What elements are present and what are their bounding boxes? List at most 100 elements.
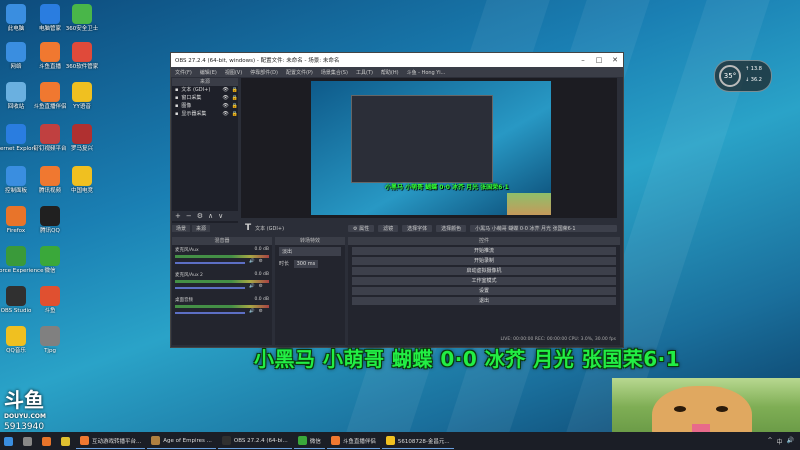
source-item[interactable]: ▪ 图像 👁 🔒 xyxy=(172,102,238,110)
volume-meter xyxy=(175,280,269,283)
source-name: 显示器采集 xyxy=(181,111,207,117)
control-button[interactable]: 工作室模式 xyxy=(352,277,616,285)
preview-desktop-capture: 小黑马 小萌哥 蝴蝶 0·0 冰芥 月光 张国荣6·1 xyxy=(311,81,551,215)
taskbar-item[interactable]: Age of Empires ... xyxy=(147,433,216,449)
tray-icon[interactable]: 🔊 xyxy=(787,437,794,446)
taskbar-item[interactable] xyxy=(19,433,36,449)
desktop-icon[interactable]: 罗马复兴 xyxy=(54,124,110,153)
tray-icon[interactable]: ^ xyxy=(767,437,772,446)
minimize-button[interactable]: – xyxy=(575,56,591,64)
maximize-button[interactable]: □ xyxy=(591,56,607,64)
source-item[interactable]: ▪ 文本 (GDI+) 👁 🔒 xyxy=(172,86,238,94)
eye-icon[interactable]: 👁 xyxy=(222,94,228,102)
text-content-field[interactable]: 小黑马 小萌哥 蝴蝶 0·0 冰芥 月光 张国荣6·1 xyxy=(470,224,617,232)
eye-icon[interactable]: 👁 xyxy=(222,102,228,110)
desktop-icon-label: 罗马复兴 xyxy=(70,146,93,152)
source-item[interactable]: ▪ 显示器采集 👁 🔒 xyxy=(172,110,238,118)
speaker-icon[interactable]: 🔊 xyxy=(249,284,255,289)
taskbar-item[interactable]: 微信 xyxy=(293,433,325,449)
close-button[interactable]: ✕ xyxy=(607,56,623,64)
volume-meter xyxy=(175,255,269,258)
lock-icon[interactable]: 🔒 xyxy=(232,86,238,94)
mixer-channel: 桌面音频 0.0 dB 🔊 ⚙ xyxy=(172,295,272,320)
control-button[interactable]: 开始推流 xyxy=(352,247,616,255)
desktop-icon-label: YY语音 xyxy=(73,104,91,110)
volume-slider[interactable] xyxy=(175,312,245,314)
duration-label: 时长 xyxy=(279,261,290,267)
control-button[interactable]: 设置 xyxy=(352,287,616,295)
transition-type-select[interactable]: 淡出 xyxy=(279,247,341,256)
selected-source-label: 文本 (GDI+) xyxy=(255,225,285,232)
taskbar-item[interactable]: 互动游戏转播平台... xyxy=(76,433,146,449)
gear-icon[interactable]: ⚙ xyxy=(259,309,263,314)
menu-item[interactable]: 斗鱼 - Hong Yi... xyxy=(407,69,446,76)
download-value: 36.2 xyxy=(750,77,762,83)
douyu-watermark: 斗鱼 DOUYU.COM 5913940 xyxy=(4,384,64,432)
eye-icon[interactable]: 👁 xyxy=(222,110,228,118)
source-name: 文本 (GDI+) xyxy=(181,87,211,93)
select-color-button[interactable]: 选择颜色 xyxy=(436,224,467,232)
menu-item[interactable]: 场景集合(S) xyxy=(321,69,348,76)
add-source-button[interactable]: + xyxy=(175,212,181,220)
taskbar-item[interactable] xyxy=(38,433,55,449)
control-button[interactable]: 开始录制 xyxy=(352,257,616,265)
taskbar-item-label: 斗鱼直播伴侣 xyxy=(342,438,376,445)
control-button[interactable]: 启动虚拟摄像机 xyxy=(352,267,616,275)
desktop-icon[interactable]: YY语音 xyxy=(54,82,110,111)
gear-icon[interactable]: ⚙ xyxy=(259,259,263,264)
move-down-button[interactable]: ∨ xyxy=(218,212,223,220)
channel-name: 桌面音频 xyxy=(175,298,193,303)
menu-item[interactable]: 编辑(E) xyxy=(200,69,217,76)
menu-item[interactable]: 帮助(H) xyxy=(381,69,399,76)
tab-scenes[interactable]: 场景 xyxy=(172,224,191,232)
move-up-button[interactable]: ∧ xyxy=(208,212,213,220)
duration-input[interactable]: 300 ms xyxy=(293,260,319,268)
eye-icon[interactable]: 👁 xyxy=(222,86,228,94)
control-button[interactable]: 退出 xyxy=(352,297,616,305)
taskbar-item[interactable] xyxy=(0,433,17,449)
desktop-icon[interactable]: 中国电竞 xyxy=(54,166,110,195)
desktop-icon[interactable]: 360安全卫士 xyxy=(54,4,110,33)
desktop-icon[interactable]: 微信 xyxy=(22,246,78,275)
volume-slider[interactable] xyxy=(175,287,245,289)
remove-source-button[interactable]: − xyxy=(186,212,192,220)
lock-icon[interactable]: 🔒 xyxy=(232,94,238,102)
menu-item[interactable]: 文件(F) xyxy=(175,69,192,76)
source-item[interactable]: ▪ 窗口采集 👁 🔒 xyxy=(172,94,238,102)
taskbar-item[interactable] xyxy=(57,433,74,449)
speaker-icon[interactable]: 🔊 xyxy=(249,309,255,314)
select-font-button[interactable]: 选择字体 xyxy=(402,224,433,232)
image-icon xyxy=(40,326,60,346)
obs-window[interactable]: OBS 27.2.4 (64-bit, windows) - 配置文件: 未命名… xyxy=(170,52,624,348)
taskbar-item[interactable]: OBS 27.2.4 (64-bi... xyxy=(217,433,292,449)
mixer-channel: 麦克风/Aux 2 0.0 dB 🔊 ⚙ xyxy=(172,270,272,295)
desktop-icon[interactable]: 斗鱼 xyxy=(22,286,78,315)
desktop-icon[interactable]: 360软件管家 xyxy=(54,42,110,71)
obs-menubar: 文件(F) 编辑(E) 视图(V) 停靠部件(D) 配置文件(P) 场景集合(S) 工具(T… xyxy=(171,67,623,77)
menu-item[interactable]: 工具(T) xyxy=(356,69,373,76)
source-type-icon: ▪ xyxy=(175,111,179,117)
lock-icon[interactable]: 🔒 xyxy=(232,102,238,110)
desktop-icon[interactable]: 腾讯QQ xyxy=(22,206,78,235)
volume-slider[interactable] xyxy=(175,262,245,264)
filters-button[interactable]: 滤镜 xyxy=(378,224,399,232)
tray-icon[interactable]: 中 xyxy=(777,437,783,446)
gear-icon[interactable]: ⚙ xyxy=(259,284,263,289)
menu-item[interactable]: 配置文件(P) xyxy=(286,69,313,76)
channel-db: 0.0 dB xyxy=(254,247,269,252)
desktop-icon[interactable]: Tjpg xyxy=(22,326,78,355)
tab-sources[interactable]: 来源 xyxy=(192,224,211,232)
weather-widget[interactable]: 35° ↑ 13.8 ↓ 36.2 xyxy=(714,60,772,92)
obs-titlebar[interactable]: OBS 27.2.4 (64-bit, windows) - 配置文件: 未命名… xyxy=(171,53,623,67)
lock-icon[interactable]: 🔒 xyxy=(232,110,238,118)
douyu-icon xyxy=(80,436,89,445)
controls-panel: 控件 开始推流 开始录制 启动虚拟摄像机 工作室模式 设置 退出 xyxy=(348,237,620,345)
properties-button[interactable]: ⚙ 属性 xyxy=(348,224,375,232)
source-settings-button[interactable]: ⚙ xyxy=(197,212,203,220)
speaker-icon[interactable]: 🔊 xyxy=(249,259,255,264)
menu-item[interactable]: 停靠部件(D) xyxy=(250,69,278,76)
obs-preview[interactable]: 小黑马 小萌哥 蝴蝶 0·0 冰芥 月光 张国荣6·1 xyxy=(241,78,617,218)
taskbar-item[interactable]: 斗鱼直播伴侣 xyxy=(326,433,380,449)
taskbar-item[interactable]: 56108728-金昌元... xyxy=(381,433,454,449)
menu-item[interactable]: 视图(V) xyxy=(225,69,242,76)
